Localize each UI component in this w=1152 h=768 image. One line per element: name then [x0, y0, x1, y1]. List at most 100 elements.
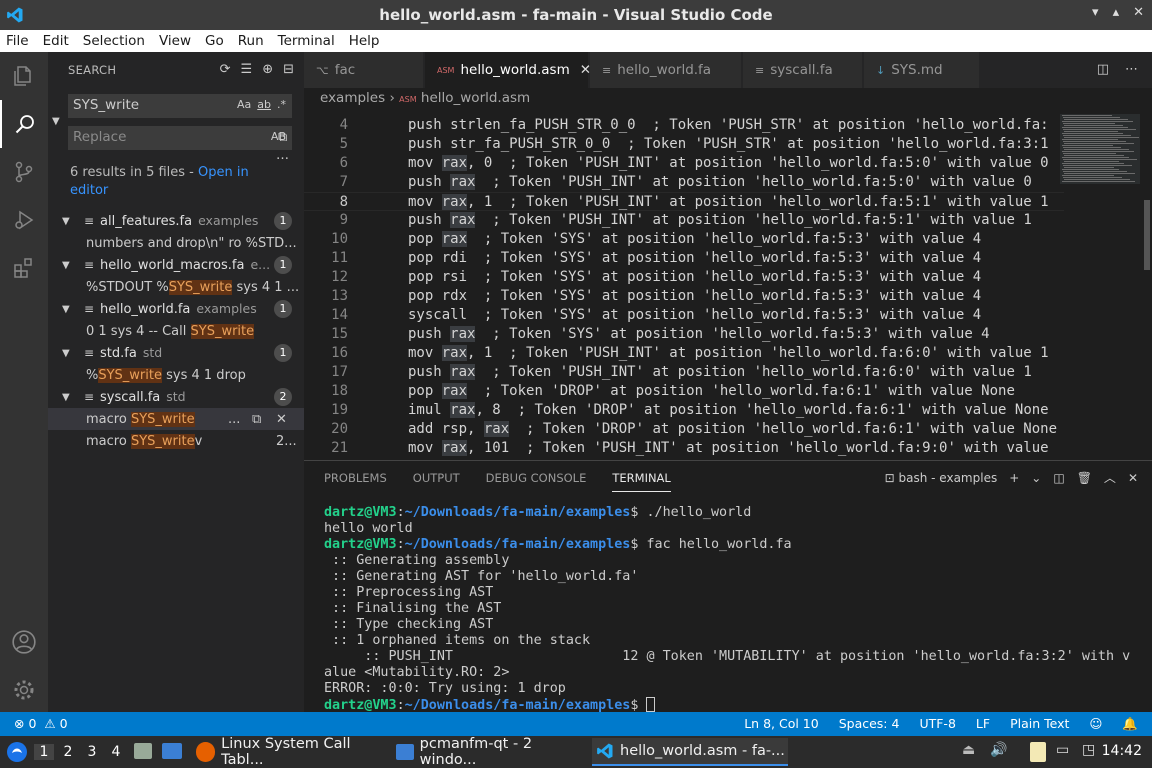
match-case-toggle[interactable]: Aa [237, 98, 251, 111]
menu-help[interactable]: Help [349, 33, 380, 49]
explorer-icon[interactable] [0, 52, 48, 100]
code-line[interactable]: 12 pop rsi ; Token 'SYS' at position 'hel… [304, 268, 1064, 287]
indentation[interactable]: Spaces: 4 [839, 716, 900, 732]
problems-status[interactable]: ⊗ 0 ⚠ 0 [14, 716, 68, 731]
breadcrumb-folder[interactable]: examples [320, 90, 385, 106]
dismiss-match-icon[interactable]: ✕ [276, 412, 287, 427]
code-line[interactable]: 5 push str_fa_PUSH_STR_0_0 ; Token 'PUSH_… [304, 135, 1064, 154]
search-icon[interactable] [0, 100, 48, 148]
terminal-selector[interactable]: ⊡ bash - examples [885, 471, 998, 485]
code-line[interactable]: 6 mov rax, 0 ; Token 'PUSH_INT' at positi… [304, 154, 1064, 173]
workspace-3[interactable]: 3 [82, 744, 102, 760]
result-file-row[interactable]: ▼ ≡ std.fa std 1 [48, 342, 304, 364]
new-search-editor-icon[interactable]: ⊕ [262, 62, 273, 77]
result-file-row[interactable]: ▼ ≡ hello_world_macros.fa e... 1 [48, 254, 304, 276]
code-line[interactable]: 15 push rax ; Token 'SYS' at position 'he… [304, 325, 1064, 344]
task-firefox[interactable]: Linux System Call Tabl... [192, 736, 390, 768]
result-file-row[interactable]: ▼ ≡ hello_world.fa examples 1 [48, 298, 304, 320]
menu-terminal[interactable]: Terminal [278, 33, 335, 49]
tab-sys-md[interactable]: ↓ SYS.md [864, 52, 980, 88]
clipboard-icon[interactable] [1030, 742, 1046, 762]
volume-icon[interactable]: 🔊 [990, 742, 1007, 758]
replace-input[interactable]: Replace AB [68, 126, 292, 150]
editor-scrollbar[interactable] [1140, 110, 1152, 460]
close-window-icon[interactable]: ✕ [1133, 5, 1144, 20]
code-line[interactable]: 17 push rax ; Token 'PUSH_INT' at positio… [304, 363, 1064, 382]
scrollbar-thumb[interactable] [1144, 200, 1150, 270]
result-match-row[interactable]: macro SYS_write ... ⧉ ✕ [48, 408, 304, 430]
task-vscode[interactable]: hello_world.asm - fa-... [592, 738, 788, 766]
code-line[interactable]: 7 push rax ; Token 'PUSH_INT' at position… [304, 173, 1064, 192]
menu-view[interactable]: View [159, 33, 191, 49]
split-editor-icon[interactable]: ◫ [1097, 62, 1109, 77]
code-line[interactable]: 13 pop rdx ; Token 'SYS' at position 'hel… [304, 287, 1064, 306]
editor-more-actions-icon[interactable]: ⋯ [1125, 62, 1138, 77]
code-line[interactable]: 21 mov rax, 101 ; Token 'PUSH_INT' at pos… [304, 439, 1064, 458]
workspace-2[interactable]: 2 [58, 744, 78, 760]
notifications-bell-icon[interactable]: 🔔 [1122, 716, 1138, 732]
source-control-icon[interactable] [0, 148, 48, 196]
tab-fac[interactable]: ⌥ fac [304, 52, 424, 88]
cursor-position[interactable]: Ln 8, Col 10 [744, 716, 819, 732]
chevron-down-icon[interactable]: ⌄ [1031, 471, 1041, 485]
toggle-replace-chevron-icon[interactable]: ▼ [52, 116, 60, 127]
tab-output[interactable]: OUTPUT [413, 471, 460, 492]
network-icon[interactable]: ▭ [1056, 742, 1069, 758]
minimize-icon[interactable]: ▾ [1092, 5, 1099, 20]
maximize-icon[interactable]: ▴ [1113, 5, 1120, 20]
result-match-row[interactable]: macro SYS_writev 2... [48, 430, 304, 452]
menu-selection[interactable]: Selection [83, 33, 145, 49]
collapse-all-icon[interactable]: ⊟ [283, 62, 294, 77]
tab-syscall-fa[interactable]: ≡ syscall.fa [743, 52, 863, 88]
workspace-1[interactable]: 1 [34, 744, 54, 760]
result-match-row[interactable]: numbers and drop\n" ro %STD... [48, 232, 304, 254]
tab-hello-world-asm[interactable]: ASM hello_world.asm ✕ [425, 52, 591, 88]
result-file-row[interactable]: ▼ ≡ syscall.fa std 2 [48, 386, 304, 408]
code-line[interactable]: 16 mov rax, 1 ; Token 'PUSH_INT' at posit… [304, 344, 1064, 363]
code-line[interactable]: 10 pop rax ; Token 'SYS' at position 'hel… [304, 230, 1064, 249]
tab-debug-console[interactable]: DEBUG CONSOLE [486, 471, 587, 492]
result-match-row[interactable]: %SYS_write sys 4 1 drop [48, 364, 304, 386]
result-file-row[interactable]: ▼ ≡ all_features.fa examples 1 [48, 210, 304, 232]
replace-match-icon[interactable]: ⧉ [252, 412, 261, 427]
settings-gear-icon[interactable] [0, 666, 48, 714]
tab-problems[interactable]: PROBLEMS [324, 471, 387, 492]
tab-hello-world-fa[interactable]: ≡ hello_world.fa [590, 52, 742, 88]
code-line[interactable]: 14 syscall ; Token 'SYS' at position 'hel… [304, 306, 1064, 325]
close-panel-icon[interactable]: ✕ [1128, 471, 1138, 485]
refresh-icon[interactable]: ⟳ [220, 62, 231, 77]
replace-all-icon[interactable]: ⧉ [278, 130, 287, 145]
extensions-icon[interactable] [0, 244, 48, 292]
code-line[interactable]: 18 pop rax ; Token 'DROP' at position 'he… [304, 382, 1064, 401]
kill-terminal-icon[interactable]: 🗑 [1077, 471, 1092, 485]
encoding[interactable]: UTF-8 [919, 716, 955, 732]
account-icon[interactable] [0, 618, 48, 666]
new-terminal-icon[interactable]: + [1009, 471, 1019, 485]
run-debug-icon[interactable] [0, 196, 48, 244]
code-line[interactable]: 4 push strlen_fa_PUSH_STR_0_0 ; Token 'PU… [304, 116, 1064, 135]
menu-file[interactable]: File [6, 33, 29, 49]
menu-go[interactable]: Go [205, 33, 224, 49]
menu-edit[interactable]: Edit [43, 33, 69, 49]
feedback-icon[interactable]: ☺ [1089, 716, 1102, 732]
clear-results-icon[interactable]: ☰ [241, 62, 253, 77]
minimap[interactable] [1058, 110, 1144, 190]
more-options-icon[interactable]: … [276, 148, 289, 163]
split-terminal-icon[interactable]: ◫ [1053, 471, 1064, 485]
eject-icon[interactable]: ⏏ [962, 742, 975, 758]
code-line[interactable]: 20 add rsp, rax ; Token 'DROP' at positio… [304, 420, 1064, 439]
maximize-panel-icon[interactable]: ︿ [1104, 469, 1116, 486]
code-line[interactable]: 11 pop rdi ; Token 'SYS' at position 'hel… [304, 249, 1064, 268]
workspace-4[interactable]: 4 [106, 744, 126, 760]
language-mode[interactable]: Plain Text [1010, 716, 1069, 732]
start-menu-icon[interactable] [6, 741, 28, 763]
breadcrumb-file[interactable]: hello_world.asm [421, 90, 530, 106]
task-pcmanfm[interactable]: pcmanfm-qt - 2 windo... [392, 736, 590, 768]
notification-icon[interactable]: ◳ [1082, 742, 1095, 758]
file-manager-icon[interactable] [134, 743, 152, 759]
whole-word-toggle[interactable]: ab [257, 98, 271, 111]
result-match-row[interactable]: %STDOUT %SYS_write sys 4 1 ... [48, 276, 304, 298]
search-input[interactable]: SYS_write Aa ab .* [68, 94, 292, 118]
code-editor[interactable]: 4 push strlen_fa_PUSH_STR_0_0 ; Token 'PU… [304, 110, 1152, 460]
code-line[interactable]: 9 push rax ; Token 'PUSH_INT' at position… [304, 211, 1064, 230]
